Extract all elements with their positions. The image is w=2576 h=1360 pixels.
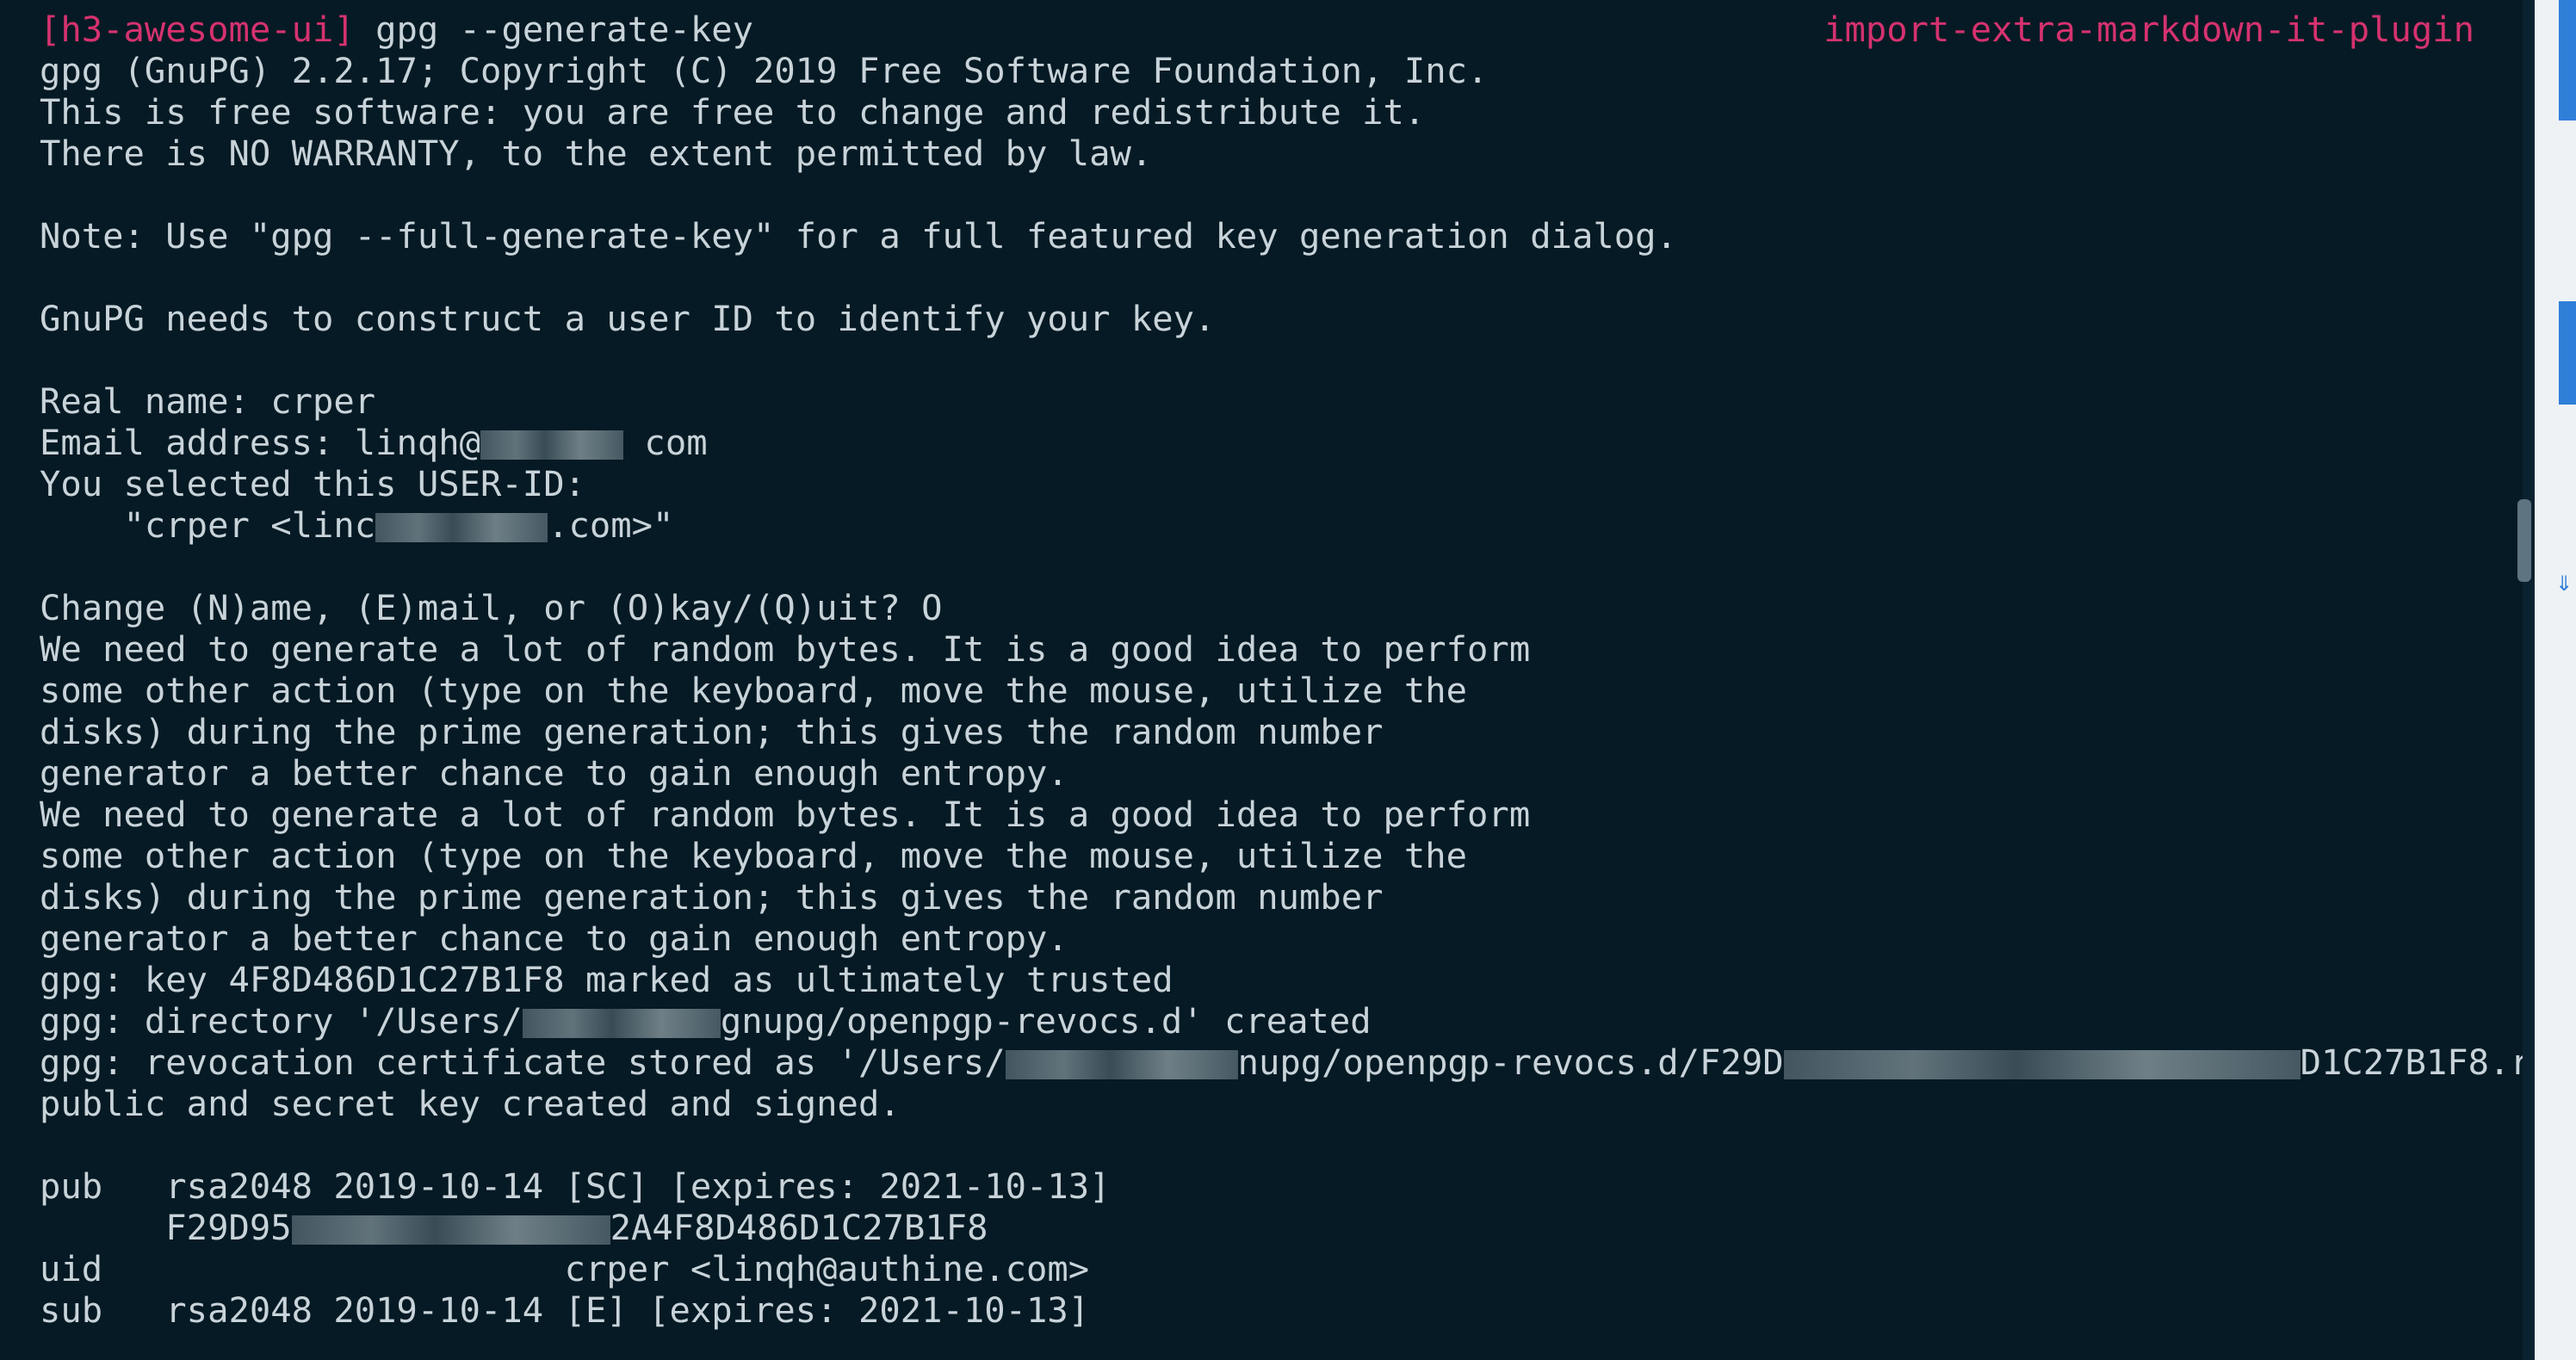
userid-suffix: .com>" [548,504,674,546]
shell-prompt: [h3-awesome-ui] [40,9,355,50]
output-line-note: Note: Use "gpg --full-generate-key" for … [40,215,1677,257]
output-line-key-trusted: gpg: key 4F8D486D1C27B1F8 marked as ulti… [40,959,1173,1000]
output-line-version: gpg (GnuPG) 2.2.17; Copyright (C) 2019 F… [40,50,1489,91]
redacted-block [1783,1050,2300,1079]
output-line-entropy-8: generator a better chance to gain enough… [40,918,1068,959]
output-line-entropy-5: We need to generate a lot of random byte… [40,794,1531,835]
redacted-block [1005,1050,1238,1079]
revocation-prefix: gpg: revocation certificate stored as '/… [40,1042,1006,1083]
directory-suffix: gnupg/openpgp-revocs.d' created [720,1000,1372,1042]
fingerprint-suffix: 2A4F8D486D1C27B1F8 [610,1207,988,1248]
output-line-entropy-3: disks) during the prime generation; this… [40,711,1384,752]
output-line-sub: sub rsa2048 2019-10-14 [E] [expires: 202… [40,1289,1090,1331]
output-line-entropy-4: generator a better chance to gain enough… [40,752,1068,794]
double-chevron-down-icon: ⇓ [2555,572,2573,596]
output-line-entropy-7: disks) during the prime generation; this… [40,876,1384,918]
fingerprint-prefix: F29D95 [40,1207,292,1248]
background-window-accent [2559,0,2576,121]
output-line-entropy-6: some other action (type on the keyboard,… [40,835,1468,876]
output-line-entropy-2: some other action (type on the keyboard,… [40,670,1468,711]
background-window-accent [2559,301,2576,405]
output-line-warranty: There is NO WARRANTY, to the extent perm… [40,133,1153,174]
output-line-fingerprint: F29D95 2A4F8D486D1C27B1F8 [40,1207,988,1248]
redacted-block [522,1009,721,1038]
output-line-email: Email address: linqh@ com [40,422,708,463]
output-line-selected-userid: You selected this USER-ID: [40,463,585,504]
output-line-userid-info: GnuPG needs to construct a user ID to id… [40,298,1216,339]
userid-prefix: "crper <linc [40,504,376,546]
output-line-real-name: Real name: crper [40,380,376,422]
redacted-block [291,1215,610,1245]
revocation-middle: nupg/openpgp-revocs.d/F29D [1237,1042,1784,1083]
output-line-key-created: public and secret key created and signed… [40,1083,901,1124]
email-prefix: Email address: linqh@ [40,422,481,463]
email-suffix: com [623,422,708,463]
output-line-userid-value: "crper <linc .com>" [40,504,674,546]
terminal-window[interactable]: [h3-awesome-ui] gpg --generate-key impor… [0,0,2523,1360]
output-line-license: This is free software: you are free to c… [40,91,1426,133]
output-line-directory-created: gpg: directory '/Users/gnupg/openpgp-rev… [40,1000,1372,1042]
output-line-revocation-cert: gpg: revocation certificate stored as '/… [40,1042,2523,1083]
output-line-change-prompt: Change (N)ame, (E)mail, or (O)kay/(Q)uit… [40,587,943,628]
scrollbar-thumb[interactable] [2517,499,2531,582]
output-line-uid: uid crper <linqh@authine.com> [40,1248,1090,1289]
redacted-block [480,430,624,460]
directory-prefix: gpg: directory '/Users/ [40,1000,523,1042]
prompt-line: [h3-awesome-ui] gpg --generate-key [40,9,753,50]
shell-command: gpg --generate-key [375,9,754,50]
scrollbar-track[interactable] [2523,0,2535,1360]
git-branch-label: import-extra-markdown-it-plugin [1824,9,2474,50]
revocation-suffix: D1C27B1F8.rev' [2300,1042,2523,1083]
output-line-entropy-1: We need to generate a lot of random byte… [40,628,1531,670]
background-window-edge [2535,0,2576,1360]
redacted-block [375,513,548,542]
output-line-pub: pub rsa2048 2019-10-14 [SC] [expires: 20… [40,1165,1111,1207]
